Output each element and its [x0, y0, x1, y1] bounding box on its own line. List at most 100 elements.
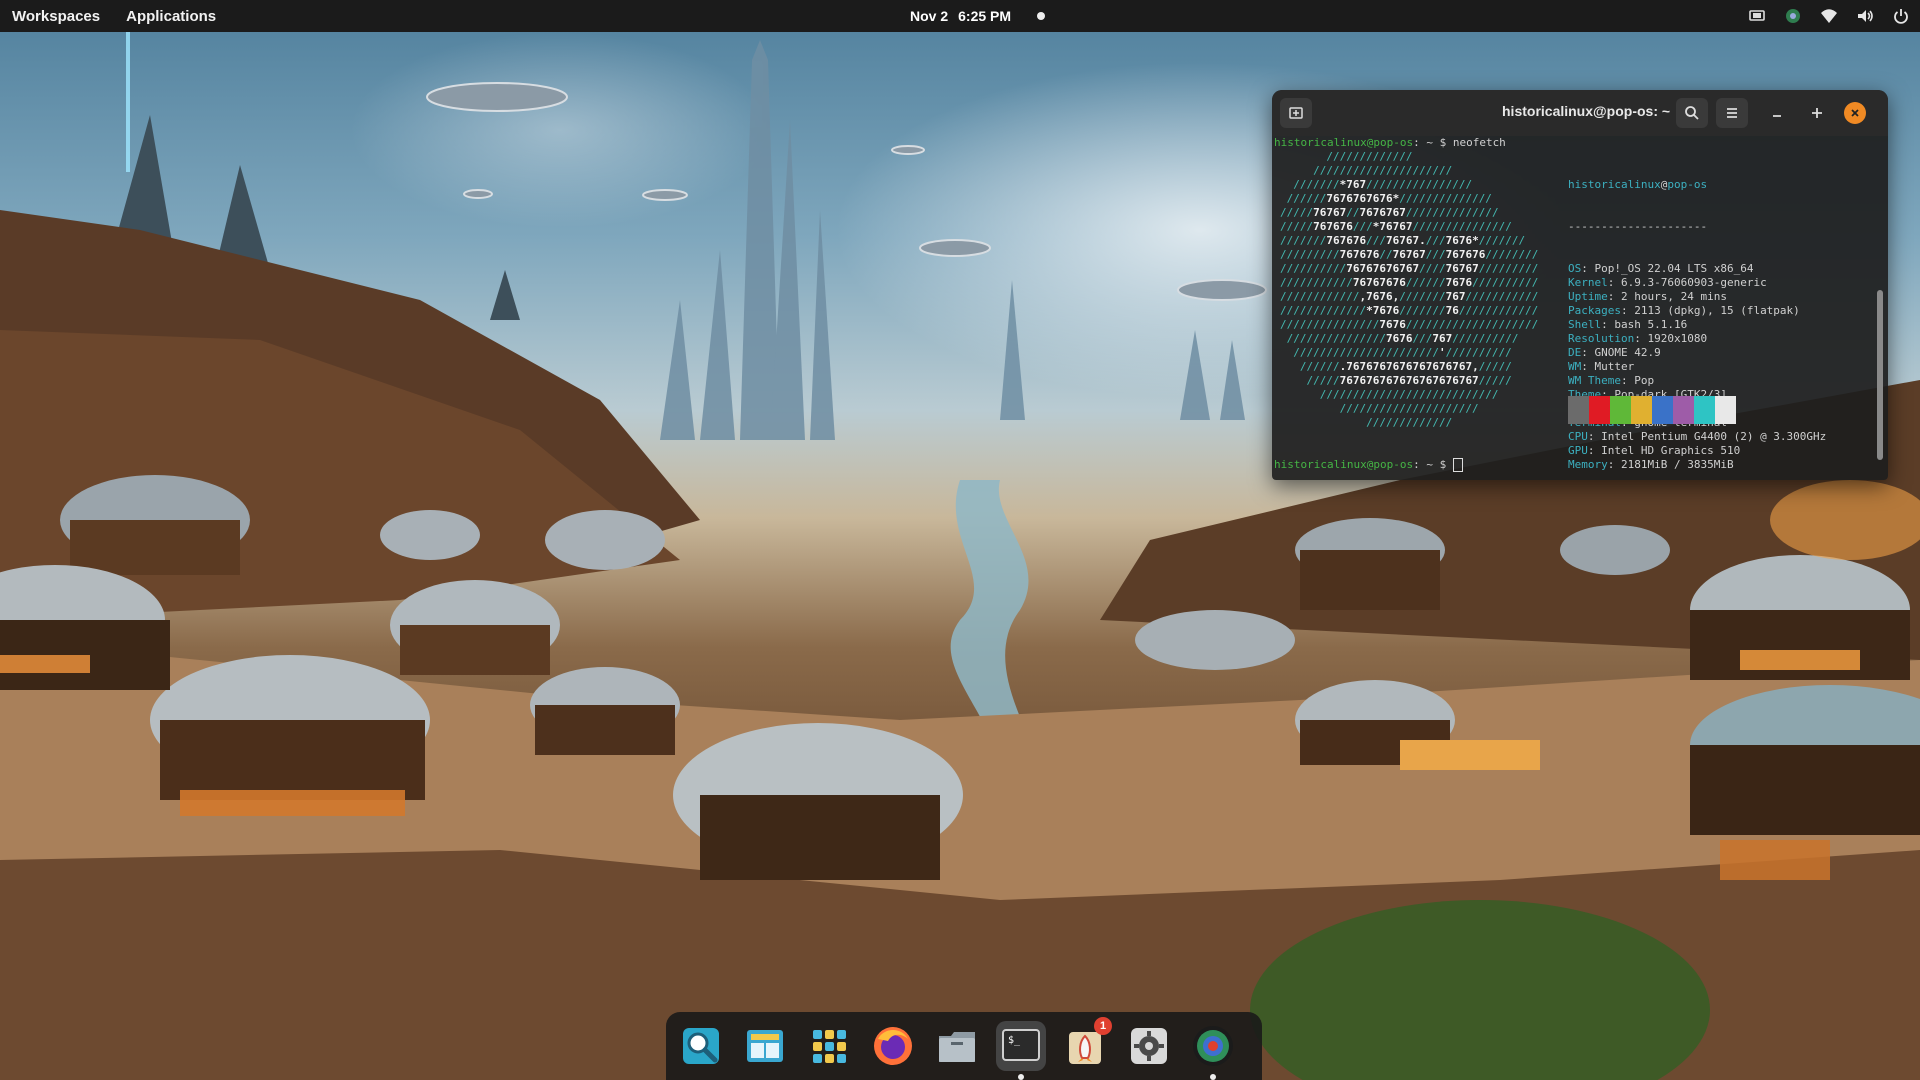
wifi-icon[interactable] [1820, 7, 1838, 25]
menu-button[interactable] [1716, 98, 1748, 128]
terminal-window[interactable]: historicalinux@pop-os: ~ historicalinux@… [1272, 90, 1888, 480]
info-key: OS [1568, 262, 1582, 275]
minimize-icon [1773, 115, 1781, 117]
terminal-titlebar[interactable]: historicalinux@pop-os: ~ [1272, 90, 1888, 136]
info-key: Packages [1568, 304, 1621, 317]
info-row: Packages: 2113 (dpkg), 15 (flatpak) [1568, 304, 1800, 317]
dock-item-app-library[interactable] [804, 1021, 854, 1071]
close-icon [1851, 109, 1859, 117]
dock-item-files[interactable] [932, 1021, 982, 1071]
info-key: WM [1568, 360, 1582, 373]
info-value: 6.9.3-76060903-generic [1621, 276, 1767, 289]
palette-swatch [1673, 396, 1694, 424]
logo-line: ///////////////////// [1280, 402, 1479, 415]
logo-line: /////////767676//76767///767676//////// [1280, 248, 1539, 261]
logo-line: //////////////////////'////////// [1280, 346, 1512, 359]
gear-icon [1131, 1028, 1167, 1064]
prompt-user-2: historicalinux@pop-os [1274, 458, 1414, 471]
applications-button[interactable]: Applications [126, 8, 216, 25]
command-line: historicalinux@pop-os: ~ $ neofetch [1274, 136, 1506, 150]
info-header: historicalinux@pop-os [1568, 178, 1708, 191]
new-tab-button[interactable] [1280, 98, 1312, 128]
dock-item-browser[interactable] [1188, 1021, 1238, 1080]
info-row: Shell: bash 5.1.16 [1568, 318, 1688, 331]
screen-share-icon[interactable] [1748, 7, 1766, 25]
terminal-icon: $_ [1002, 1029, 1040, 1061]
info-value: Pop!_OS 22.04 LTS x86_64 [1594, 262, 1754, 275]
info-value: bash 5.1.16 [1614, 318, 1688, 331]
palette-swatch [1631, 396, 1652, 424]
info-value: 2 hours, 24 mins [1621, 290, 1727, 303]
info-row: WM: Mutter [1568, 360, 1635, 373]
running-indicator-2 [1210, 1074, 1216, 1080]
palette-swatch [1568, 396, 1589, 424]
palette-swatch [1652, 396, 1673, 424]
prompt-suffix: : ~ $ [1413, 136, 1453, 149]
info-row: WM Theme: Pop [1568, 374, 1655, 387]
workspaces-button[interactable]: Workspaces [12, 8, 100, 25]
color-profile-icon[interactable] [1784, 7, 1802, 25]
search-button[interactable] [1676, 98, 1708, 128]
info-value: Intel HD Graphics 510 [1601, 444, 1741, 457]
info-row: CPU: Intel Pentium G4400 (2) @ 3.300GHz [1568, 430, 1827, 443]
dock-item-workspaces[interactable] [740, 1021, 790, 1071]
firefox-icon [874, 1027, 912, 1065]
logo-line: ///////////////7676//////////////////// [1280, 318, 1539, 331]
dock-item-pop-shop[interactable]: 1 [1060, 1017, 1112, 1071]
dock-item-search[interactable] [676, 1021, 726, 1071]
logo-line: ///////*767//////////////// [1280, 178, 1473, 191]
folder-icon [939, 1032, 975, 1062]
info-key: Resolution [1568, 332, 1635, 345]
windows-icon [747, 1030, 783, 1062]
maximize-icon [1812, 108, 1822, 118]
minimize-button[interactable] [1762, 98, 1792, 128]
close-button[interactable] [1844, 102, 1866, 124]
maximize-button[interactable] [1802, 98, 1832, 128]
info-value: 2181MiB / 3835MiB [1621, 458, 1734, 471]
info-value: 2113 (dpkg), 15 (flatpak) [1634, 304, 1800, 317]
info-value: Intel Pentium G4400 (2) @ 3.300GHz [1601, 430, 1827, 443]
notification-dot-icon [1037, 12, 1046, 20]
terminal-scrollbar[interactable] [1877, 290, 1883, 460]
new-tab-icon [1289, 107, 1303, 119]
info-value: Pop [1634, 374, 1655, 387]
palette-swatch [1610, 396, 1631, 424]
running-indicator [1018, 1074, 1024, 1080]
logo-line: ///////////// [1280, 150, 1413, 163]
dock-item-firefox[interactable] [868, 1021, 918, 1071]
dock: $_ 1 [666, 1012, 1262, 1080]
clock-button[interactable]: Nov 2 6:25 PM [910, 0, 1046, 32]
hamburger-icon [1727, 108, 1737, 118]
logo-line: /////////////////////////// [1280, 388, 1499, 401]
info-separator: --------------------- [1568, 220, 1708, 233]
neofetch-info: historicalinux@pop-os ------------------… [1568, 150, 1826, 480]
info-key: DE [1568, 346, 1582, 359]
prompt-suffix-2: : ~ $ [1413, 458, 1453, 471]
dock-item-terminal[interactable]: $_ [996, 1021, 1046, 1080]
logo-line: ///////////////7676///767////////// [1280, 332, 1519, 345]
info-key: Uptime [1568, 290, 1608, 303]
info-row: Uptime: 2 hours, 24 mins [1568, 290, 1727, 303]
magnifier-icon [683, 1028, 719, 1064]
logo-line: ////////////,7676,///////767/////////// [1280, 290, 1539, 303]
logo-line: /////767676767676767676767///// [1280, 374, 1512, 387]
info-row: Resolution: 1920x1080 [1568, 332, 1708, 345]
command-text: neofetch [1452, 136, 1506, 149]
neofetch-logo: ///////////// ///////////////////// ////… [1280, 150, 1538, 430]
logo-line: ///////////76767676//////7676////////// [1280, 276, 1539, 289]
dock-item-settings[interactable] [1124, 1021, 1174, 1071]
info-value: GNOME 42.9 [1594, 346, 1661, 359]
info-row: DE: GNOME 42.9 [1568, 346, 1661, 359]
grid-icon [813, 1030, 846, 1063]
terminal-output[interactable]: historicalinux@pop-os: ~ $ neofetch ////… [1272, 136, 1872, 480]
info-key: Kernel [1568, 276, 1608, 289]
info-header-user: historicalinux [1568, 178, 1661, 191]
info-key: Shell [1568, 318, 1602, 331]
power-icon[interactable] [1892, 7, 1910, 25]
volume-icon[interactable] [1856, 7, 1874, 25]
info-value: 1920x1080 [1647, 332, 1708, 345]
info-row: Kernel: 6.9.3-76060903-generic [1568, 276, 1767, 289]
info-value: Mutter [1594, 360, 1635, 373]
search-icon [1685, 106, 1699, 120]
terminal-title: historicalinux@pop-os: ~ [1502, 103, 1671, 119]
